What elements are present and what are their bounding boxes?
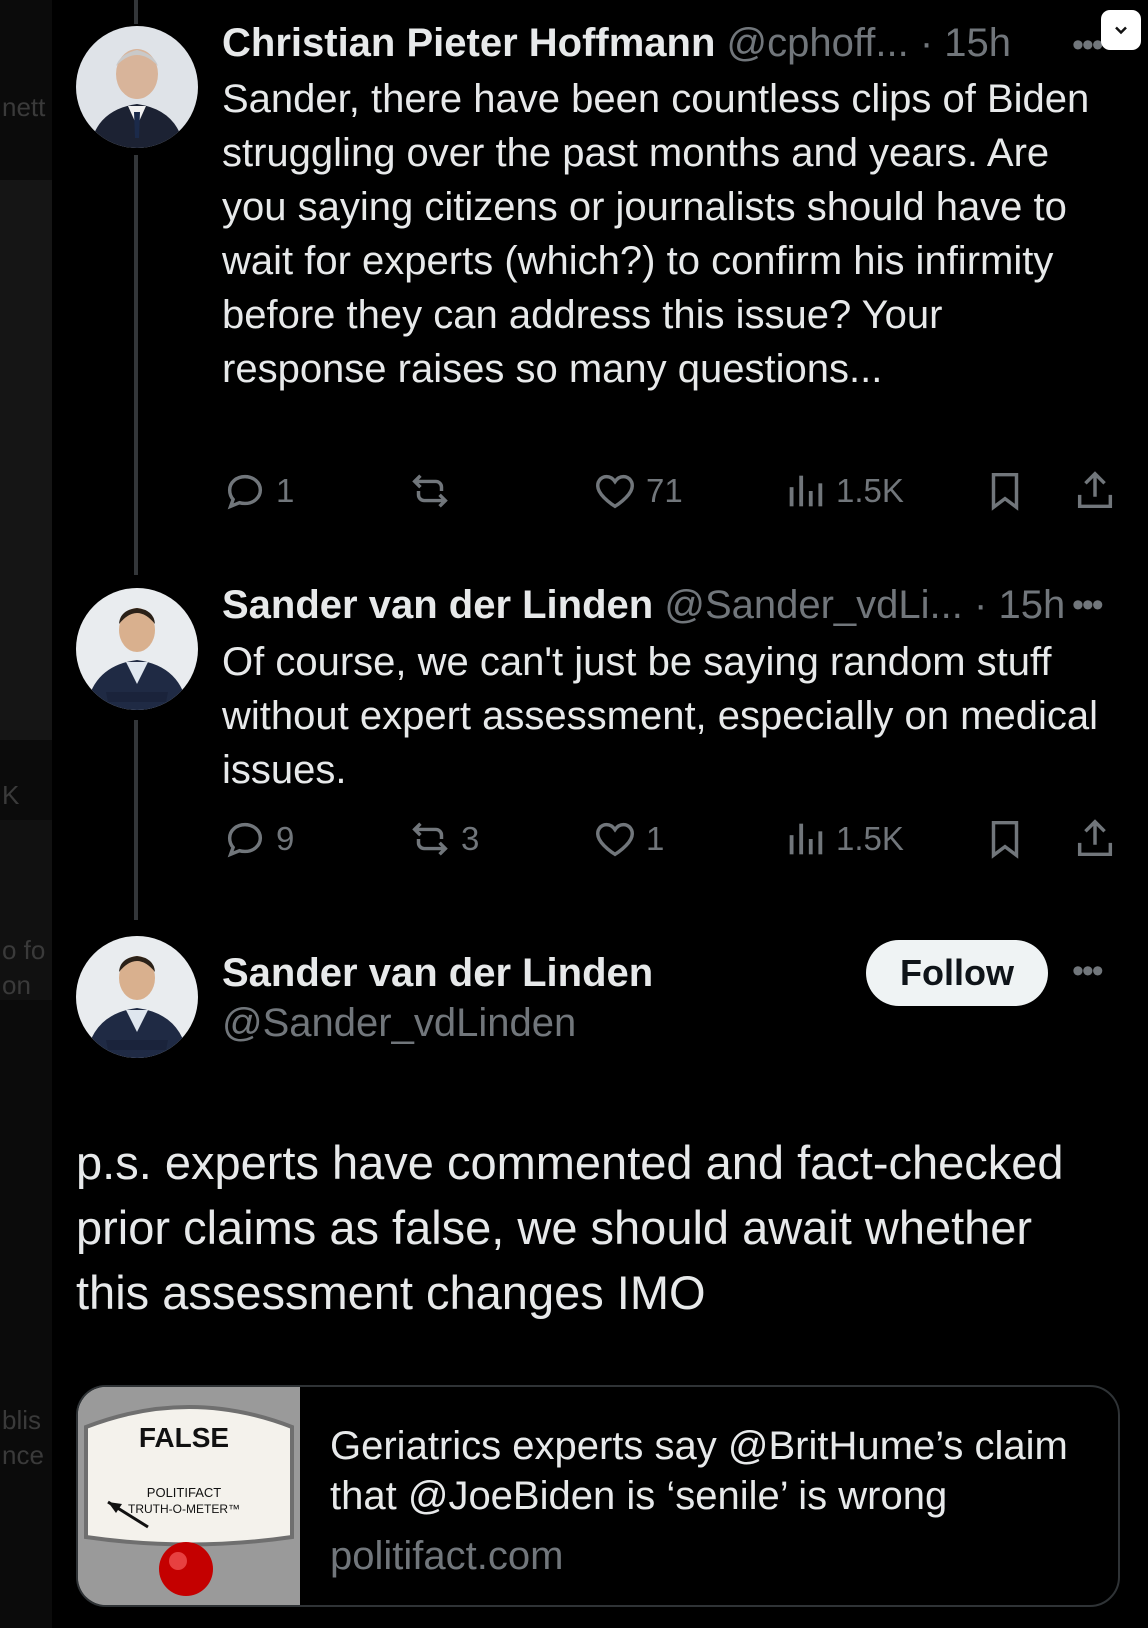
repost-button[interactable] [407, 468, 461, 514]
follow-button[interactable]: Follow [866, 940, 1048, 1006]
share-icon [1077, 471, 1113, 509]
tweet-text: Sander, there have been countless clips … [222, 77, 1090, 391]
views-icon [789, 823, 823, 855]
tweet-time[interactable]: · 15h [920, 21, 1011, 65]
avatar-photo [76, 936, 198, 1058]
main-tweet-handle-row: @Sander_vdLinden [222, 1000, 576, 1046]
tweet-text: Of course, we can't just be saying rando… [222, 640, 1098, 792]
avatar-photo [76, 588, 198, 710]
author-handle[interactable]: @cphoff... [727, 21, 909, 65]
thread-connector [134, 720, 138, 920]
repost-icon [412, 822, 448, 856]
heart-icon [596, 822, 634, 857]
reply-count: 1 [276, 472, 295, 509]
bookmark-icon [991, 820, 1019, 859]
bookmark-button[interactable] [982, 816, 1028, 862]
views-icon [789, 475, 823, 507]
author-handle[interactable]: @Sander_vdLinden [222, 1001, 576, 1045]
card-text: Geriatrics experts say @BritHume’s claim… [330, 1421, 1110, 1581]
views-count: 1.5K [836, 820, 904, 857]
bookmark-icon [991, 472, 1019, 511]
background-strip [0, 180, 52, 740]
truth-o-meter-image: FALSE POLITIFACT TRUTH-O-METER™ [78, 1387, 300, 1605]
like-button[interactable]: 1 [592, 816, 664, 862]
thread-connector [134, 0, 138, 24]
more-options-icon[interactable]: ••• [1072, 26, 1104, 65]
author-name[interactable]: Christian Pieter Hoffmann [222, 21, 715, 65]
share-button[interactable] [1072, 468, 1118, 514]
politifact-label: POLITIFACT [147, 1485, 221, 1500]
like-count: 71 [646, 472, 683, 509]
like-count: 1 [646, 820, 665, 857]
thread-connector [134, 155, 138, 575]
tweet-header: Sander van der Linden @Sander_vdLi... · … [222, 582, 1065, 628]
card-title: Geriatrics experts say @BritHume’s claim… [330, 1424, 1068, 1518]
background-text-fragment: K [2, 780, 20, 810]
chevron-down-icon [1115, 26, 1127, 35]
reply-icon [227, 474, 263, 510]
like-button[interactable]: 71 [592, 468, 683, 514]
share-button[interactable] [1072, 816, 1118, 862]
repost-count: 3 [461, 820, 480, 857]
tweet-actions: 9 3 1 1.5K [222, 816, 1122, 866]
views-button[interactable]: 1.5K [782, 468, 904, 514]
author-name[interactable]: Sander van der Linden [222, 583, 653, 627]
views-button[interactable]: 1.5K [782, 816, 904, 862]
reply-button[interactable]: 9 [222, 816, 294, 862]
chevron-down-button[interactable] [1101, 10, 1141, 50]
heart-icon [596, 474, 634, 509]
share-icon [1077, 819, 1113, 857]
tweet-header: Christian Pieter Hoffmann @cphoff... · 1… [222, 20, 1011, 66]
views-count: 1.5K [836, 472, 904, 509]
card-thumbnail: FALSE POLITIFACT TRUTH-O-METER™ [78, 1387, 300, 1605]
bookmark-button[interactable] [982, 468, 1028, 514]
main-tweet-text: p.s. experts have commented and fact-che… [76, 1136, 1064, 1319]
avatar[interactable] [76, 936, 198, 1058]
main-tweet-header: Sander van der Linden [222, 950, 653, 996]
false-label: FALSE [139, 1422, 229, 1453]
author-handle[interactable]: @Sander_vdLi... [664, 583, 963, 627]
author-name[interactable]: Sander van der Linden [222, 951, 653, 995]
tweet-actions: 1 71 1.5K [222, 468, 1122, 518]
card-domain: politifact.com [330, 1534, 564, 1578]
tweet-time[interactable]: · 15h [974, 583, 1065, 627]
more-options-icon[interactable]: ••• [1072, 952, 1104, 991]
repost-button[interactable]: 3 [407, 816, 479, 862]
background-text-fragment: o fo [2, 935, 46, 965]
link-card[interactable]: FALSE POLITIFACT TRUTH-O-METER™ Geriatri… [76, 1385, 1120, 1607]
reply-icon [227, 822, 263, 858]
background-text-fragment: nett [2, 92, 46, 122]
avatar-photo [76, 26, 198, 148]
reply-count: 9 [276, 820, 295, 857]
reply-button[interactable]: 1 [222, 468, 294, 514]
avatar[interactable] [76, 588, 198, 710]
repost-icon [412, 474, 448, 508]
background-text-fragment: nce [2, 1440, 44, 1470]
background-text-fragment: on [2, 970, 31, 1000]
avatar[interactable] [76, 26, 198, 148]
background-text-fragment: blis [2, 1405, 42, 1435]
background-page-edge: nett K o fo on blis nce [0, 0, 52, 1628]
more-options-icon[interactable]: ••• [1072, 586, 1104, 625]
meter-label: TRUTH-O-METER™ [128, 1502, 240, 1516]
